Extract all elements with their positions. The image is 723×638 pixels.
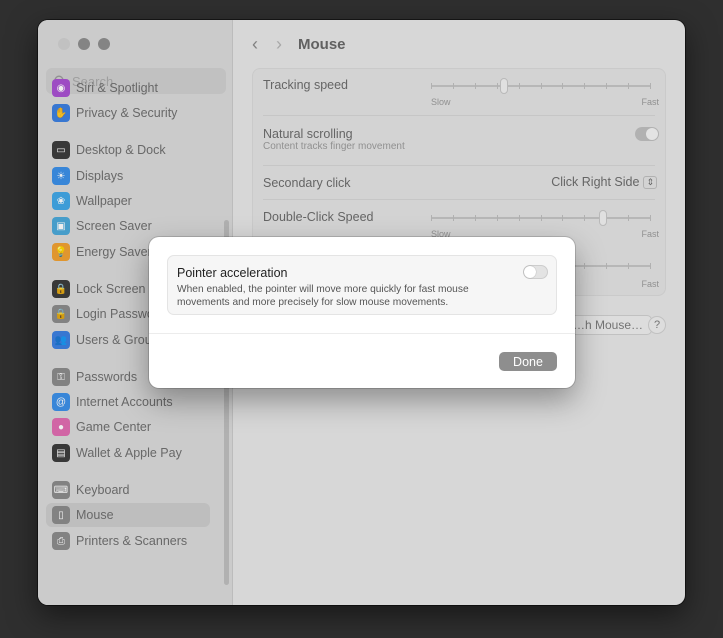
pointer-acceleration-sheet: Pointer acceleration When enabled, the p… <box>149 237 575 388</box>
sheet-divider <box>149 333 575 334</box>
pointer-acceleration-desc: When enabled, the pointer will move more… <box>177 284 469 308</box>
done-button[interactable]: Done <box>499 352 557 371</box>
pointer-acceleration-toggle[interactable] <box>523 265 548 279</box>
pointer-acceleration-title: Pointer acceleration <box>177 266 288 280</box>
toggle-knob <box>524 266 536 278</box>
pointer-acceleration-card: Pointer acceleration When enabled, the p… <box>167 255 557 315</box>
